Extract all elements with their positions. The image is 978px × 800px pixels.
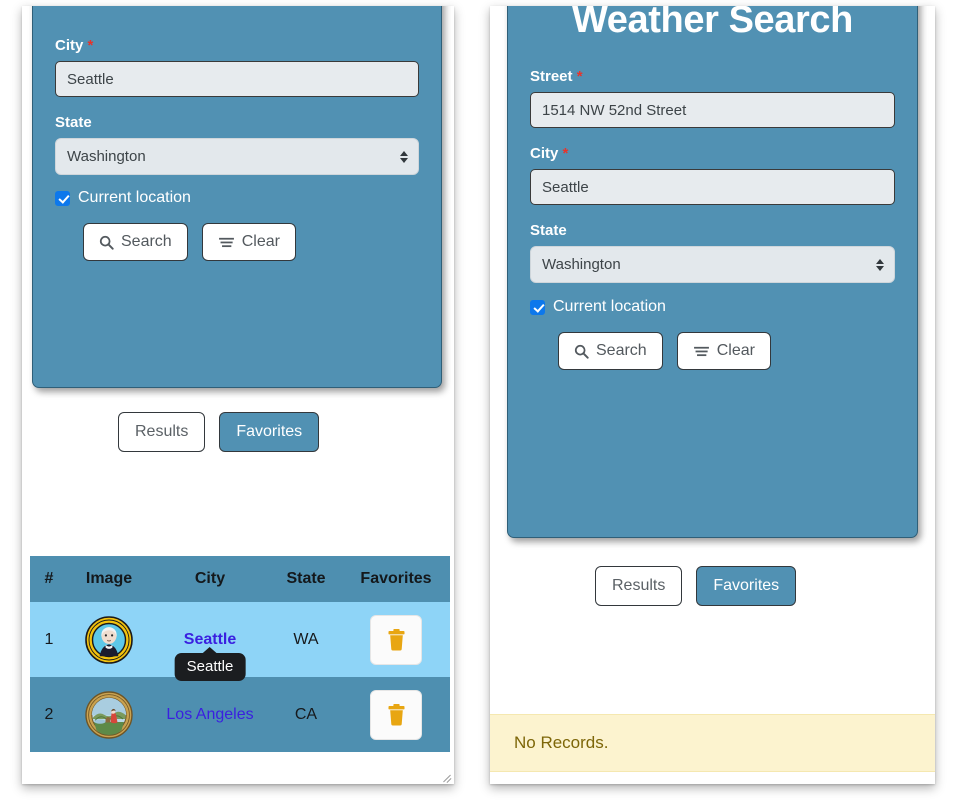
- current-location-row-left[interactable]: Current location: [33, 189, 441, 207]
- table-header-state: State: [270, 556, 342, 602]
- state-select[interactable]: [55, 138, 419, 175]
- city-label: City *: [530, 145, 895, 162]
- table-row[interactable]: 2 Los Angeles CA: [30, 677, 450, 752]
- row-state-cell: CA: [270, 677, 342, 752]
- form-action-buttons-left: Search Clear: [33, 223, 441, 261]
- clear-button[interactable]: Clear: [201, 223, 296, 261]
- state-field-group-right: State: [508, 222, 917, 283]
- clear-button-label: Clear: [241, 233, 280, 250]
- tab-group-left: Results Favorites: [118, 412, 320, 452]
- row-favorites-cell: [342, 677, 450, 752]
- table-head: # Image City State Favorites: [30, 556, 450, 602]
- street-required-asterisk: *: [576, 68, 583, 85]
- screenshot-root: City * State Current location: [0, 0, 978, 800]
- city-input[interactable]: [55, 61, 419, 97]
- city-tooltip: Seattle: [174, 652, 246, 681]
- state-select-wrapper: [530, 246, 895, 283]
- state-label: State: [530, 222, 567, 239]
- city-link[interactable]: Los Angeles: [166, 706, 253, 723]
- table-header-city: City: [150, 556, 270, 602]
- city-input[interactable]: [530, 169, 895, 205]
- right-viewport-pane: Weather Search Street * City * State: [490, 6, 935, 784]
- clear-lines-icon: [218, 237, 234, 247]
- row-index: 1: [30, 602, 68, 677]
- city-link-wrap: Seattle Seattle: [174, 631, 246, 681]
- row-city-cell: Los Angeles: [150, 677, 270, 752]
- city-field-group-right: City *: [508, 145, 917, 205]
- left-viewport-pane: City * State Current location: [22, 6, 454, 784]
- search-button-label: Search: [121, 233, 172, 250]
- search-card-right: Weather Search Street * City * State: [507, 6, 918, 538]
- table-header-image: Image: [68, 556, 150, 602]
- clear-button[interactable]: Clear: [676, 332, 771, 370]
- row-favorites-cell: [342, 602, 450, 677]
- search-button[interactable]: Search: [83, 223, 188, 261]
- state-field-group-left: State: [33, 114, 441, 175]
- search-button-label: Search: [596, 342, 647, 359]
- trash-icon: [388, 628, 404, 650]
- tab-favorites[interactable]: Favorites: [219, 412, 320, 452]
- table-header-row: # Image City State Favorites: [30, 556, 450, 602]
- search-icon: [99, 235, 114, 250]
- current-location-checkbox[interactable]: [55, 190, 70, 206]
- current-location-label: Current location: [78, 189, 191, 206]
- state-label: State: [55, 114, 92, 131]
- tab-results[interactable]: Results: [118, 412, 206, 452]
- california-state-seal-icon: [85, 690, 133, 739]
- current-location-label: Current location: [553, 298, 666, 315]
- city-required-asterisk: *: [562, 145, 569, 162]
- search-button[interactable]: Search: [558, 332, 663, 370]
- current-location-row-right[interactable]: Current location: [508, 298, 917, 316]
- no-records-alert: No Records.: [490, 714, 935, 772]
- current-location-checkbox[interactable]: [530, 299, 545, 315]
- delete-favorite-button[interactable]: [370, 689, 422, 740]
- city-label-text: City: [55, 37, 84, 54]
- pane-resize-handle[interactable]: [440, 770, 452, 782]
- row-city-cell: Seattle Seattle: [150, 602, 270, 681]
- street-label-text: Street: [530, 68, 573, 85]
- trash-icon: [388, 703, 404, 725]
- street-field-group: Street *: [508, 68, 917, 128]
- delete-favorite-button[interactable]: [370, 614, 422, 665]
- page-title: Weather Search: [572, 6, 853, 41]
- city-label: City *: [55, 37, 419, 54]
- table-body: 1 Seattle Seattle WA 2 Los Angeles CA: [30, 602, 450, 752]
- city-link[interactable]: Seattle: [184, 631, 236, 648]
- tab-favorites[interactable]: Favorites: [696, 566, 797, 606]
- tab-results[interactable]: Results: [595, 566, 683, 606]
- city-label-text: City: [530, 145, 559, 162]
- search-card-left: City * State Current location: [32, 6, 442, 388]
- city-required-asterisk: *: [87, 37, 94, 54]
- city-field-group-left: City *: [33, 37, 441, 97]
- clear-lines-icon: [693, 346, 709, 356]
- row-image-cell: [68, 602, 150, 677]
- row-image-cell: [68, 677, 150, 752]
- washington-state-seal-icon: [85, 615, 133, 664]
- table-header-favorites: Favorites: [342, 556, 450, 602]
- street-input[interactable]: [530, 92, 895, 128]
- table-row[interactable]: 1 Seattle Seattle WA: [30, 602, 450, 681]
- state-select-wrapper: [55, 138, 419, 175]
- form-action-buttons-right: Search Clear: [508, 332, 917, 370]
- favorites-table: # Image City State Favorites 1 Seattle S…: [30, 556, 450, 752]
- row-state-cell: WA: [270, 602, 342, 677]
- search-icon: [574, 344, 589, 359]
- row-index: 2: [30, 677, 68, 752]
- state-select[interactable]: [530, 246, 895, 283]
- street-label: Street *: [530, 68, 895, 85]
- tab-group-right: Results Favorites: [595, 566, 797, 606]
- table-header-num: #: [30, 556, 68, 602]
- clear-button-label: Clear: [716, 342, 755, 359]
